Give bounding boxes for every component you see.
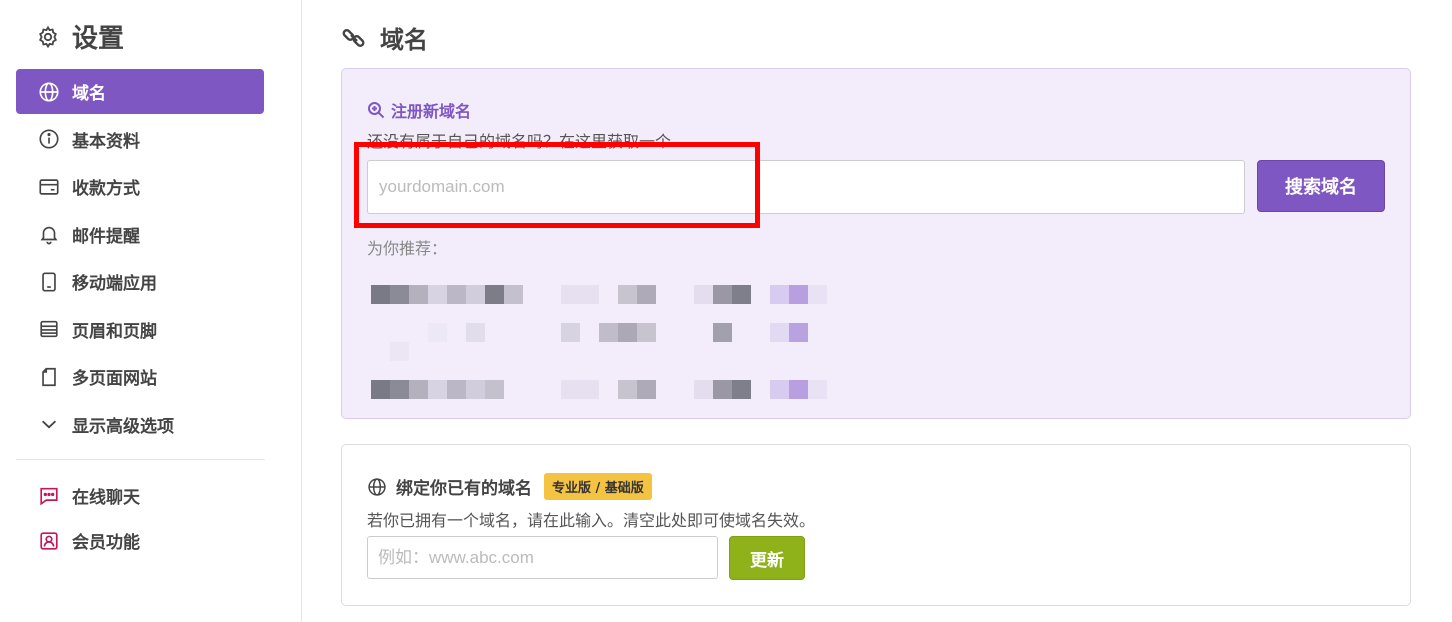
blurred-pixel bbox=[390, 342, 409, 361]
blurred-pixel bbox=[447, 380, 466, 399]
update-button[interactable]: 更新 bbox=[729, 536, 805, 580]
blurred-pixel bbox=[713, 380, 732, 399]
settings-nav: 域名 基本资料 收款方式 邮件提醒 移动端应用 页眉和页脚 多页面网站 显示高级… bbox=[16, 69, 264, 449]
blurred-pixel bbox=[694, 380, 713, 399]
blurred-pixel bbox=[789, 323, 808, 342]
chat-icon bbox=[40, 487, 58, 505]
sidebar-item-label: 多页面网站 bbox=[72, 369, 157, 389]
blurred-pixel bbox=[371, 380, 390, 399]
register-domain-title: 注册新域名 bbox=[391, 102, 472, 121]
register-domain-subtitle: 还没有属于自己的域名吗？在这里获取一个 bbox=[367, 132, 672, 151]
blurred-pixel bbox=[808, 285, 827, 304]
sidebar-item-label: 域名 bbox=[72, 84, 106, 104]
sidebar-item-live-chat[interactable]: 在线聊天 bbox=[16, 473, 264, 518]
blurred-pixel bbox=[637, 380, 656, 399]
sidebar-item-label: 收款方式 bbox=[72, 179, 140, 199]
search-domain-button[interactable]: 搜索域名 bbox=[1257, 160, 1385, 212]
member-icon bbox=[40, 531, 58, 550]
blurred-pixel bbox=[808, 380, 827, 399]
blurred-pixel bbox=[713, 285, 732, 304]
page-icon bbox=[42, 367, 56, 386]
blurred-pixel bbox=[789, 380, 808, 399]
sidebar-item-advanced[interactable]: 显示高级选项 bbox=[16, 402, 264, 447]
blurred-pixel bbox=[428, 285, 447, 304]
globe-icon bbox=[39, 81, 59, 102]
page-title: 域名 bbox=[380, 26, 428, 54]
blurred-pixel bbox=[390, 285, 409, 304]
blurred-pixel bbox=[770, 323, 789, 342]
settings-nav-extra: 在线聊天 会员功能 bbox=[16, 473, 264, 563]
sidebar-divider bbox=[16, 459, 265, 460]
sidebar-item-label: 在线聊天 bbox=[72, 488, 140, 508]
bind-domain-heading: 绑定你已有的域名 专业版 / 基础版 bbox=[367, 473, 652, 500]
blurred-pixel bbox=[770, 285, 789, 304]
sidebar: 设置 域名 基本资料 收款方式 邮件提醒 移动端应用 页眉和页脚 多页面网站 显… bbox=[0, 0, 302, 622]
sidebar-item-label: 基本资料 bbox=[72, 131, 140, 152]
register-domain-card: 注册新域名 还没有属于自己的域名吗？在这里获取一个 搜索域名 为你推荐： bbox=[341, 68, 1411, 419]
blurred-pixel bbox=[561, 323, 580, 342]
settings-title: 设置 bbox=[72, 24, 125, 54]
chevron-down-icon bbox=[41, 420, 57, 429]
register-domain-heading: 注册新域名 bbox=[367, 98, 471, 122]
sidebar-item-label: 页眉和页脚 bbox=[72, 321, 157, 342]
blurred-pixel bbox=[485, 285, 504, 304]
blurred-pixel bbox=[390, 380, 409, 399]
sidebar-item-multipage[interactable]: 多页面网站 bbox=[16, 354, 264, 399]
recommend-label: 为你推荐： bbox=[367, 239, 448, 258]
gear-icon bbox=[39, 25, 57, 48]
blurred-pixel bbox=[618, 285, 637, 304]
page-header: 域名 bbox=[341, 20, 428, 55]
bind-domain-card: 绑定你已有的域名 专业版 / 基础版 若你已拥有一个域名，请在此输入。清空此处即… bbox=[341, 444, 1411, 606]
blurred-pixel bbox=[694, 285, 713, 304]
sidebar-item-domain[interactable]: 域名 bbox=[16, 69, 264, 114]
search-plus-icon bbox=[368, 102, 385, 119]
domain-search-input[interactable] bbox=[367, 160, 1245, 214]
header-footer-icon bbox=[40, 320, 58, 338]
blurred-pixel bbox=[713, 323, 732, 342]
blurred-pixel bbox=[637, 323, 656, 342]
sidebar-item-email-alerts[interactable]: 邮件提醒 bbox=[16, 212, 264, 257]
sidebar-item-label: 移动端应用 bbox=[72, 274, 157, 294]
sidebar-item-mobile-app[interactable]: 移动端应用 bbox=[16, 259, 264, 304]
sidebar-item-payment[interactable]: 收款方式 bbox=[16, 164, 264, 209]
blurred-pixel bbox=[561, 380, 599, 399]
blurred-pixel bbox=[409, 285, 428, 304]
blurred-pixel bbox=[618, 380, 637, 399]
blurred-pixel bbox=[789, 285, 808, 304]
card-icon bbox=[39, 178, 59, 195]
bell-icon bbox=[40, 226, 58, 245]
blurred-pixel bbox=[599, 323, 618, 342]
blurred-pixel bbox=[371, 285, 390, 304]
blurred-pixel bbox=[732, 380, 751, 399]
blurred-pixel bbox=[428, 380, 447, 399]
link-icon bbox=[342, 28, 365, 47]
blurred-pixel bbox=[504, 285, 523, 304]
plan-badge: 专业版 / 基础版 bbox=[544, 473, 652, 500]
bind-domain-title: 绑定你已有的域名 bbox=[396, 479, 532, 499]
sidebar-item-profile[interactable]: 基本资料 bbox=[16, 117, 264, 162]
sidebar-item-membership[interactable]: 会员功能 bbox=[16, 518, 264, 563]
blurred-pixel bbox=[428, 323, 447, 342]
blurred-pixel bbox=[409, 380, 428, 399]
sidebar-item-label: 会员功能 bbox=[72, 533, 140, 553]
blurred-pixel bbox=[466, 323, 485, 342]
bind-domain-subtitle: 若你已拥有一个域名，请在此输入。清空此处即可使域名失效。 bbox=[367, 511, 816, 530]
blurred-pixel bbox=[770, 380, 789, 399]
blurred-pixel bbox=[466, 285, 485, 304]
blurred-pixel bbox=[732, 285, 751, 304]
sidebar-item-header-footer[interactable]: 页眉和页脚 bbox=[16, 307, 264, 352]
blurred-pixel bbox=[485, 380, 504, 399]
sidebar-item-label: 显示高级选项 bbox=[72, 416, 174, 437]
blurred-pixel bbox=[447, 285, 466, 304]
info-icon bbox=[39, 129, 59, 149]
blurred-pixel bbox=[637, 285, 656, 304]
settings-header: 设置 bbox=[36, 18, 124, 55]
sidebar-item-label: 邮件提醒 bbox=[72, 226, 140, 247]
existing-domain-input[interactable] bbox=[367, 536, 718, 579]
globe-icon bbox=[368, 477, 386, 496]
mobile-icon bbox=[42, 271, 56, 292]
blurred-pixel bbox=[561, 285, 599, 304]
blurred-pixel bbox=[618, 323, 637, 342]
blurred-pixel bbox=[466, 380, 485, 399]
